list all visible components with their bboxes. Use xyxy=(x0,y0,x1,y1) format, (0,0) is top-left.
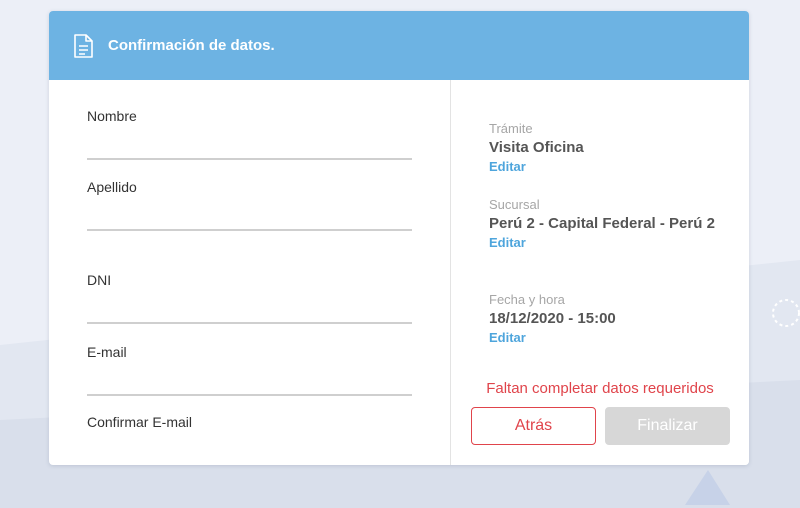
tramite-label: Trámite xyxy=(489,121,533,136)
field-underline xyxy=(87,158,412,160)
field-underline xyxy=(87,322,412,324)
field-label: Nombre xyxy=(87,108,137,124)
back-button[interactable]: Atrás xyxy=(471,407,596,445)
fecha-value: 18/12/2020 - 15:00 xyxy=(489,310,616,327)
email-field: E-mail xyxy=(87,344,416,398)
card-header: Confirmación de datos. xyxy=(49,11,749,80)
document-icon xyxy=(73,33,94,58)
edit-tramite-link[interactable]: Editar xyxy=(489,159,719,174)
edit-sucursal-link[interactable]: Editar xyxy=(489,235,719,250)
tramite-summary: Trámite Visita Oficina Editar xyxy=(489,121,719,174)
summary-section: Trámite Visita Oficina Editar Sucursal P… xyxy=(451,80,749,465)
field-label: Confirmar E-mail xyxy=(87,414,193,430)
fecha-summary: Fecha y hora 18/12/2020 - 15:00 Editar xyxy=(489,292,719,345)
fecha-label: Fecha y hora xyxy=(489,292,565,307)
confirm-email-field: Confirmar E-mail xyxy=(87,414,416,462)
form-section: Nombre Apellido DNI E-mail Confirmar E-m… xyxy=(49,80,450,465)
apellido-field: Apellido xyxy=(87,179,416,233)
field-underline xyxy=(87,229,412,231)
field-underline xyxy=(87,394,412,396)
dni-field: DNI xyxy=(87,272,416,326)
sucursal-value: Perú 2 - Capital Federal - Perú 2 xyxy=(489,215,715,232)
confirm-email-input[interactable] xyxy=(87,440,416,462)
tramite-value: Visita Oficina xyxy=(489,139,584,156)
nombre-field: Nombre xyxy=(87,108,416,162)
field-label: E-mail xyxy=(87,344,127,360)
field-label: DNI xyxy=(87,272,112,288)
error-message: Faltan completar datos requeridos xyxy=(486,380,714,397)
sucursal-summary: Sucursal Perú 2 - Capital Federal - Perú… xyxy=(489,197,719,250)
card-title: Confirmación de datos. xyxy=(108,37,275,54)
field-label: Apellido xyxy=(87,179,137,195)
edit-fecha-link[interactable]: Editar xyxy=(489,330,719,345)
finish-button[interactable]: Finalizar xyxy=(605,407,730,445)
confirmation-card: Confirmación de datos. Nombre Apellido D… xyxy=(49,11,749,465)
sucursal-label: Sucursal xyxy=(489,197,540,212)
